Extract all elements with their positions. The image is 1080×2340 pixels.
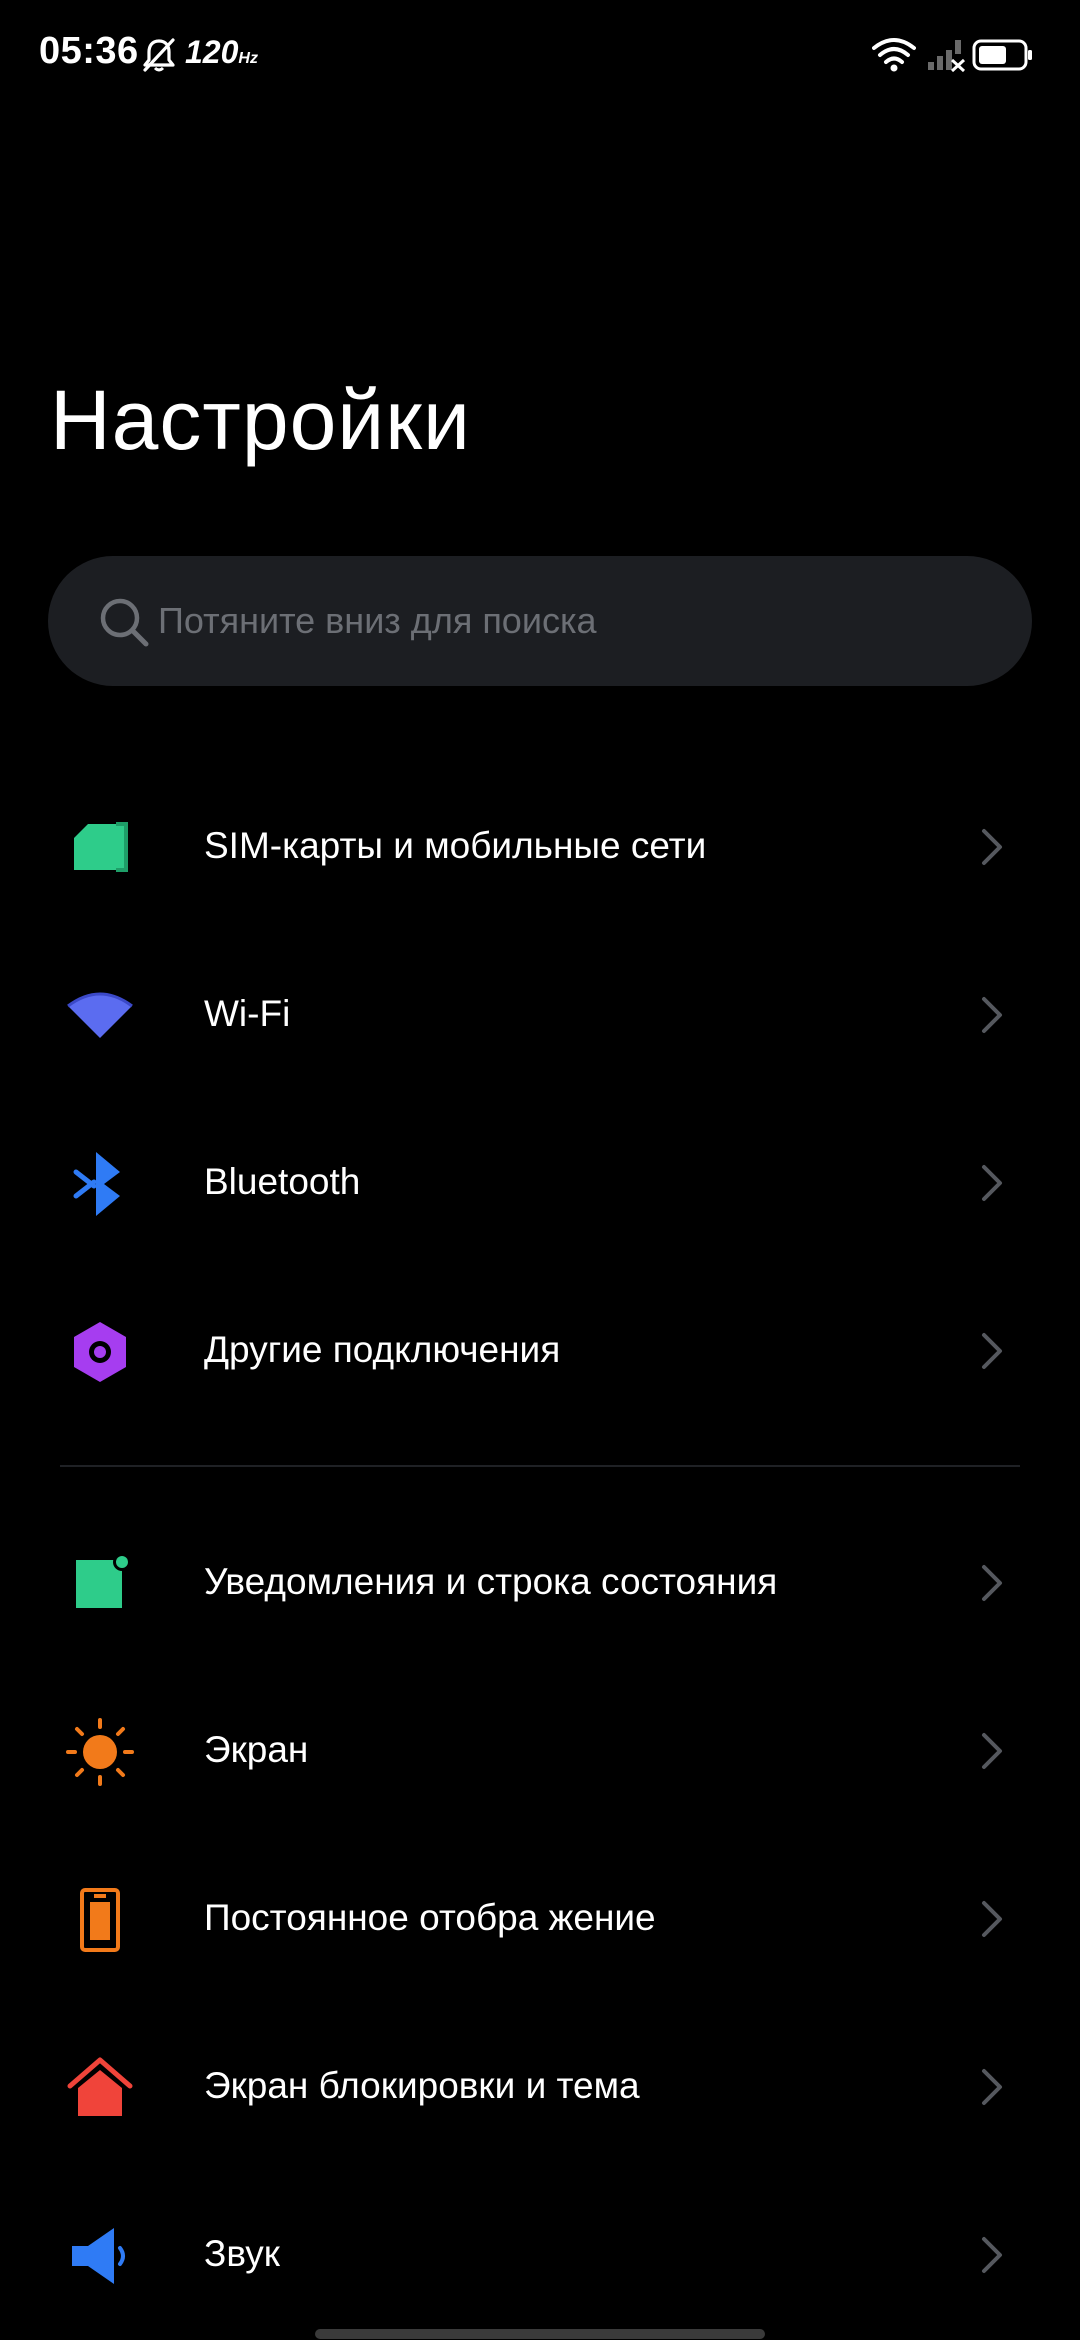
settings-item-label: SIM-карты и мобильные сети xyxy=(204,825,707,866)
chevron-right-icon xyxy=(982,1733,1002,1769)
search-placeholder: Потяните вниз для поиска xyxy=(158,600,597,641)
settings-item-bluetooth[interactable]: Bluetooth xyxy=(0,1113,1080,1253)
signal-no-service-icon xyxy=(928,40,966,72)
search-icon xyxy=(100,598,149,647)
settings-item-always-on-display[interactable]: Постоянное отобра жение xyxy=(0,1849,1080,1989)
settings-item-label: Экран блокировки и тема xyxy=(204,2065,640,2106)
settings-item-label: Уведомления и строка состояния xyxy=(204,1561,778,1602)
chevron-right-icon xyxy=(982,2237,1002,2273)
bell-muted-icon xyxy=(143,38,175,72)
chevron-right-icon xyxy=(982,829,1002,865)
page-title: Настройки xyxy=(50,373,471,467)
settings-item-label: Звук xyxy=(204,2233,280,2274)
status-time: 05:36 xyxy=(39,30,139,72)
settings-item-display[interactable]: Экран xyxy=(0,1681,1080,1821)
chevron-right-icon xyxy=(982,997,1002,1033)
home-theme-icon xyxy=(67,2057,133,2116)
settings-item-lock-screen-theme[interactable]: Экран блокировки и тема xyxy=(0,2017,1080,2157)
settings-item-other-connections[interactable]: Другие подключения xyxy=(0,1281,1080,1421)
settings-item-label: Экран xyxy=(204,1729,309,1770)
refresh-rate-value: 120 xyxy=(185,34,239,70)
settings-screen: 05:36 120Hz Настройки Потяните вниз для … xyxy=(0,0,1080,2340)
chevron-right-icon xyxy=(982,1165,1002,1201)
chevron-right-icon xyxy=(982,1333,1002,1369)
chevron-right-icon xyxy=(982,1565,1002,1601)
settings-item-sim[interactable]: SIM-карты и мобильные сети xyxy=(0,777,1080,917)
refresh-rate-indicator: 120Hz xyxy=(185,34,258,71)
settings-item-wifi[interactable]: Wi-Fi xyxy=(0,945,1080,1085)
sun-icon xyxy=(66,1718,134,1786)
refresh-rate-unit: Hz xyxy=(238,50,258,67)
status-bar: 05:36 120Hz xyxy=(0,0,1080,112)
wifi-icon xyxy=(872,38,916,72)
settings-item-notifications[interactable]: Уведомления и строка состояния xyxy=(0,1513,1080,1653)
sim-card-icon xyxy=(74,822,128,872)
settings-item-label: Другие подключения xyxy=(204,1329,561,1370)
speaker-icon xyxy=(72,2228,125,2284)
battery-icon xyxy=(972,39,1032,71)
bluetooth-icon xyxy=(73,1152,120,1216)
settings-item-label: Bluetooth xyxy=(204,1161,361,1202)
settings-item-sound[interactable]: Звук xyxy=(0,2185,1080,2325)
connection-hex-icon xyxy=(74,1322,126,1382)
chevron-right-icon xyxy=(982,1901,1002,1937)
gesture-nav-handle[interactable] xyxy=(315,2329,765,2339)
settings-item-label: Постоянное отобра жение xyxy=(204,1897,656,1938)
settings-item-label: Wi-Fi xyxy=(204,993,291,1034)
chevron-right-icon xyxy=(982,2069,1002,2105)
wifi-icon xyxy=(67,992,133,1038)
notification-icon xyxy=(76,1553,131,1608)
section-divider xyxy=(60,1465,1020,1467)
search-bar[interactable]: Потяните вниз для поиска xyxy=(48,556,1032,686)
always-on-display-icon xyxy=(80,1888,120,1952)
